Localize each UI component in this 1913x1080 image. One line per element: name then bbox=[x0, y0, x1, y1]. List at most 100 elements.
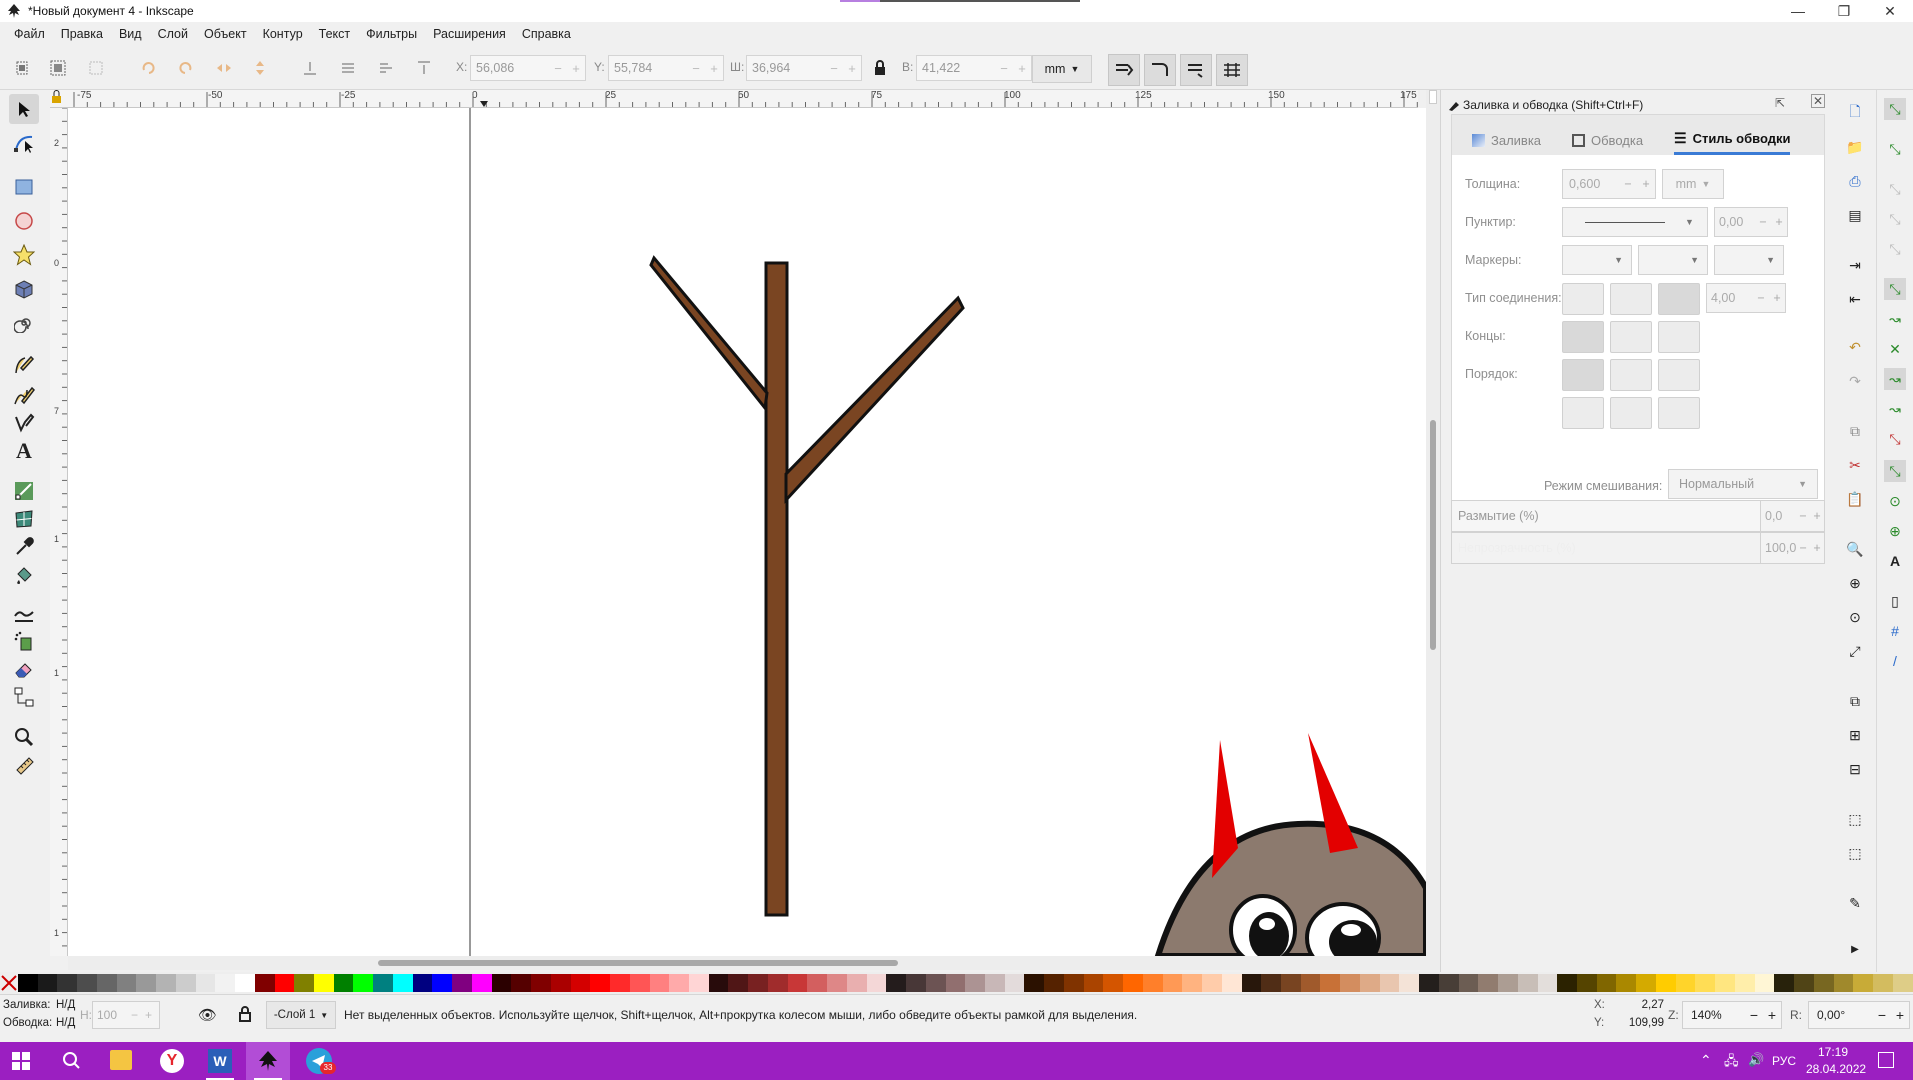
menu-path[interactable]: Контур bbox=[255, 27, 311, 41]
flip-horizontal-icon[interactable] bbox=[210, 54, 238, 82]
color-swatch[interactable] bbox=[353, 974, 374, 992]
new-document-icon[interactable]: 🗋 bbox=[1844, 102, 1866, 124]
rotation-field[interactable]: 0,00° − + bbox=[1808, 1001, 1910, 1029]
stroke-width-decrement[interactable]: − bbox=[1619, 177, 1637, 191]
x-field[interactable]: 56,086 − + bbox=[470, 55, 586, 81]
rotation-decrement[interactable]: − bbox=[1873, 1007, 1891, 1023]
scale-corners-toggle[interactable] bbox=[1144, 54, 1176, 86]
copy-icon[interactable]: ⧉ bbox=[1844, 420, 1866, 442]
dash-pattern-select[interactable]: ▼ bbox=[1562, 207, 1708, 237]
opacity-status-decrement[interactable]: − bbox=[131, 1008, 145, 1022]
zoom-tool[interactable] bbox=[9, 722, 39, 752]
windows-start-icon[interactable] bbox=[12, 1052, 30, 1073]
color-swatch[interactable] bbox=[1142, 974, 1163, 992]
snap-rotation-center-icon[interactable]: ⊕ bbox=[1884, 520, 1906, 542]
horizontal-scrollbar[interactable] bbox=[68, 956, 1440, 970]
unlink-clone-icon[interactable]: ⊟ bbox=[1844, 758, 1866, 780]
mesh-tool[interactable] bbox=[9, 504, 39, 534]
clone-icon[interactable]: ⊞ bbox=[1844, 724, 1866, 746]
snap-page-icon[interactable]: ▯ bbox=[1884, 590, 1906, 612]
color-swatch[interactable] bbox=[1616, 974, 1637, 992]
snap-bbox-edge-icon[interactable]: ⤡ bbox=[1884, 178, 1906, 200]
zoom-field[interactable]: 140% − + bbox=[1682, 1001, 1782, 1029]
color-swatch[interactable] bbox=[649, 974, 670, 992]
color-swatch[interactable] bbox=[1379, 974, 1400, 992]
color-swatch[interactable] bbox=[748, 974, 768, 992]
inkscape-taskbar-active[interactable] bbox=[246, 1042, 290, 1080]
snap-toggle-icon[interactable]: ⤡ bbox=[1884, 98, 1906, 120]
width-field[interactable]: 36,964 − + bbox=[746, 55, 862, 81]
square-cap-button[interactable] bbox=[1658, 321, 1700, 353]
color-swatch[interactable] bbox=[18, 974, 38, 992]
pen-tool[interactable] bbox=[9, 350, 39, 380]
stroke-unit-select[interactable]: mm ▼ bbox=[1662, 169, 1724, 199]
layer-visibility-eye-icon[interactable]: 👁 bbox=[198, 1006, 217, 1024]
menu-file[interactable]: Файл bbox=[6, 27, 53, 41]
height-field[interactable]: 41,422 − + bbox=[916, 55, 1032, 81]
blur-increment[interactable]: + bbox=[1810, 509, 1824, 523]
color-swatch[interactable] bbox=[1813, 974, 1834, 992]
connector-tool[interactable] bbox=[9, 682, 39, 712]
rotate-cw-icon[interactable] bbox=[172, 54, 200, 82]
color-swatch[interactable] bbox=[96, 974, 117, 992]
order-stroke-markers-fill-button[interactable] bbox=[1610, 397, 1652, 429]
zoom-drawing-icon[interactable]: ⊕ bbox=[1844, 572, 1866, 594]
color-swatch[interactable] bbox=[1103, 974, 1124, 992]
blur-decrement[interactable]: − bbox=[1796, 509, 1810, 523]
selector-tool[interactable] bbox=[9, 94, 39, 124]
snap-nodes-icon[interactable]: ⤡ bbox=[1884, 278, 1906, 300]
layer-select[interactable]: -Слой 1 ▼ bbox=[266, 1001, 336, 1029]
color-swatch[interactable] bbox=[688, 974, 709, 992]
color-palette[interactable] bbox=[0, 972, 1913, 994]
snap-cusp-icon[interactable]: ↝ bbox=[1884, 368, 1906, 390]
color-swatch[interactable] bbox=[1241, 974, 1262, 992]
miter-decrement[interactable]: − bbox=[1753, 291, 1769, 305]
round-join-button[interactable] bbox=[1610, 283, 1652, 315]
spiral-tool[interactable] bbox=[9, 308, 39, 338]
opacity-status-field[interactable]: 100− + bbox=[92, 1001, 160, 1029]
opacity-slider[interactable]: Непрозрачность (%) bbox=[1451, 532, 1761, 564]
drawing-canvas[interactable] bbox=[68, 108, 1426, 956]
layer-lock-icon[interactable] bbox=[238, 1006, 252, 1025]
blur-field[interactable]: 0,0− + bbox=[1761, 500, 1825, 532]
width-increment-button[interactable]: + bbox=[843, 61, 861, 76]
y-decrement-button[interactable]: − bbox=[687, 61, 705, 76]
color-swatch[interactable] bbox=[984, 974, 1005, 992]
color-swatch[interactable] bbox=[945, 974, 966, 992]
color-swatch[interactable] bbox=[965, 974, 985, 992]
snap-intersection-icon[interactable]: ✕ bbox=[1884, 338, 1906, 360]
color-swatch[interactable] bbox=[491, 974, 512, 992]
color-swatch[interactable] bbox=[531, 974, 551, 992]
color-swatch[interactable] bbox=[1695, 974, 1716, 992]
color-swatch[interactable] bbox=[77, 974, 97, 992]
menu-extensions[interactable]: Расширения bbox=[425, 27, 514, 41]
color-swatch[interactable] bbox=[550, 974, 571, 992]
color-swatch[interactable] bbox=[1557, 974, 1578, 992]
color-swatch[interactable] bbox=[1498, 974, 1518, 992]
snap-others-icon[interactable]: ⤡ bbox=[1884, 460, 1906, 482]
color-swatch[interactable] bbox=[1063, 974, 1084, 992]
round-cap-button[interactable] bbox=[1610, 321, 1652, 353]
raise-to-top-icon[interactable] bbox=[410, 54, 438, 82]
zoom-page-icon[interactable]: ⊙ bbox=[1844, 606, 1866, 628]
rotate-ccw-icon[interactable] bbox=[134, 54, 162, 82]
zoom-in-button[interactable]: + bbox=[1763, 1007, 1781, 1023]
zoom-out-button[interactable]: − bbox=[1745, 1007, 1763, 1023]
menu-edit[interactable]: Правка bbox=[53, 27, 111, 41]
rotation-increment[interactable]: + bbox=[1891, 1007, 1909, 1023]
group-icon[interactable]: ⬚ bbox=[1844, 808, 1866, 830]
ungroup-icon[interactable]: ⬚ bbox=[1844, 842, 1866, 864]
measure-tool[interactable] bbox=[9, 750, 39, 780]
snap-bbox-icon[interactable]: ⤡ bbox=[1884, 138, 1906, 160]
dash-offset-field[interactable]: 0,00− + bbox=[1714, 207, 1788, 237]
branch-right-arm[interactable] bbox=[784, 295, 965, 504]
rectangle-tool[interactable] bbox=[9, 172, 39, 202]
lower-to-bottom-icon[interactable] bbox=[296, 54, 324, 82]
unit-select[interactable]: mm ▼ bbox=[1032, 55, 1092, 83]
color-swatch[interactable] bbox=[471, 974, 492, 992]
paint-bucket-tool[interactable] bbox=[9, 560, 39, 590]
color-swatch[interactable] bbox=[669, 974, 689, 992]
color-swatch[interactable] bbox=[1853, 974, 1874, 992]
file-explorer-icon[interactable] bbox=[110, 1050, 132, 1070]
lower-icon[interactable] bbox=[334, 54, 362, 82]
